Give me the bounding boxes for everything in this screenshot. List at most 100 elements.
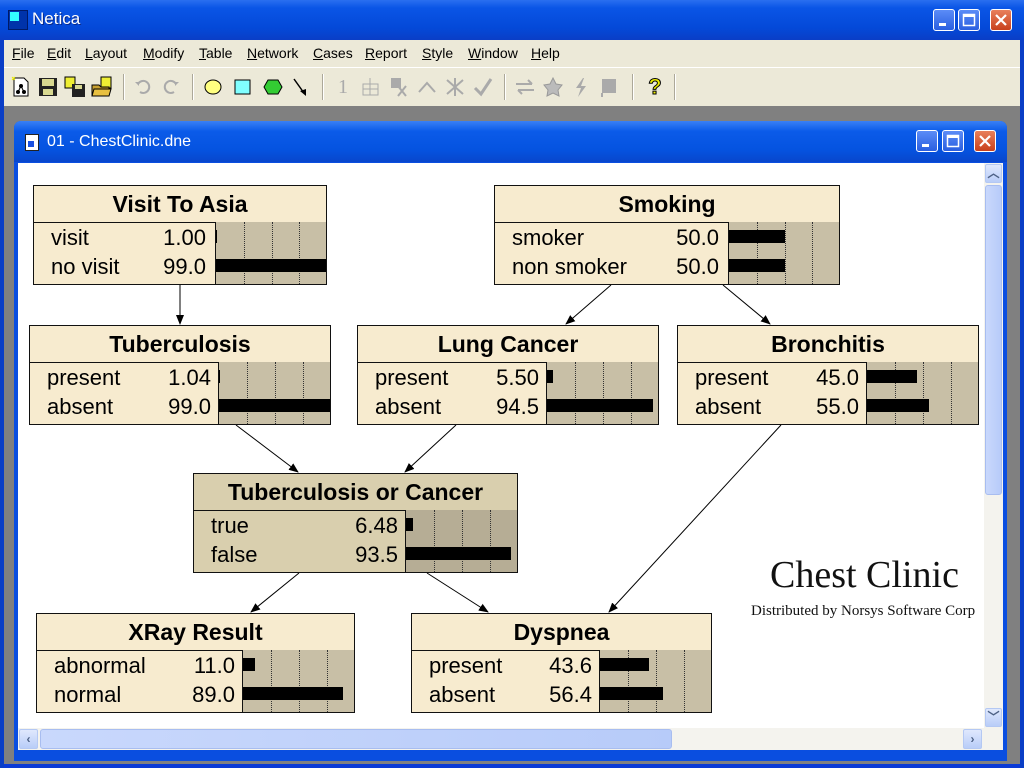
close-button[interactable] <box>990 9 1012 31</box>
doc-maximize-button[interactable] <box>942 130 964 152</box>
app-titlebar[interactable]: Netica <box>0 0 1024 40</box>
undo-icon[interactable] <box>132 76 154 98</box>
size-grip[interactable] <box>984 728 1003 750</box>
bar-gridline <box>684 650 685 712</box>
node-dyspnea[interactable]: Dyspnea present 43.6 absent 56.4 <box>411 613 712 713</box>
state-row[interactable]: normal 89.0 <box>37 681 242 709</box>
state-label: present <box>47 365 121 390</box>
lightning-icon[interactable] <box>570 76 592 98</box>
document-icon[interactable] <box>25 134 39 151</box>
node-bronchitis[interactable]: Bronchitis present 45.0 absent 55.0 <box>677 325 979 425</box>
menu-window[interactable]: Window <box>468 45 518 61</box>
maximize-button[interactable] <box>958 9 980 31</box>
state-probability: 94.5 <box>496 394 539 419</box>
scroll-right-button[interactable]: › <box>963 729 982 749</box>
add-utility-node-icon[interactable] <box>262 76 284 98</box>
belief-bar <box>216 259 326 272</box>
link-smoking-to-bronchitis[interactable] <box>722 284 771 325</box>
menu-table[interactable]: Table <box>199 45 232 61</box>
state-row[interactable]: present 5.50 <box>358 364 546 392</box>
node-xray-result[interactable]: XRay Result abnormal 11.0 normal 89.0 <box>36 613 355 713</box>
state-row[interactable]: true 6.48 <box>194 512 405 540</box>
state-row[interactable]: visit 1.00 <box>34 224 215 252</box>
node-title: Smoking <box>495 186 839 223</box>
node-tuberculosis-or-cancer[interactable]: Tuberculosis or Cancer true 6.48 false 93.5 <box>193 473 518 573</box>
doc-close-button[interactable] <box>974 130 996 152</box>
minimize-button[interactable] <box>933 9 955 31</box>
belief-bar <box>867 370 917 383</box>
node-title: Lung Cancer <box>358 326 658 363</box>
document-titlebar[interactable]: 01 - ChestClinic.dne <box>14 121 1007 162</box>
state-label: true <box>211 513 249 538</box>
state-row[interactable]: absent 94.5 <box>358 393 546 421</box>
remove-findings-icon[interactable] <box>444 76 466 98</box>
link-bronchitis-to-dyspnea[interactable] <box>608 424 782 613</box>
menu-edit[interactable]: Edit <box>47 45 71 61</box>
state-row[interactable]: non smoker 50.0 <box>495 253 728 281</box>
menu-layout[interactable]: Layout <box>85 45 127 61</box>
state-probability: 50.0 <box>676 225 719 250</box>
add-link-icon[interactable] <box>290 76 312 98</box>
reverse-link-icon[interactable] <box>416 76 438 98</box>
state-row[interactable]: no visit 99.0 <box>34 253 215 281</box>
menu-modify[interactable]: Modify <box>143 45 184 61</box>
menu-help[interactable]: Help <box>531 45 560 61</box>
link-lung-cancer-to-tuberculosis-or-cancer[interactable] <box>404 424 457 473</box>
link-tuberculosis-to-tuberculosis-or-cancer[interactable] <box>235 424 299 473</box>
vertical-scrollbar[interactable]: ︿ ﹀ <box>984 163 1003 728</box>
vertical-scroll-thumb[interactable] <box>985 185 1002 495</box>
check-icon[interactable] <box>472 76 494 98</box>
table-icon[interactable] <box>360 76 382 98</box>
scroll-down-button[interactable]: ﹀ <box>985 708 1002 727</box>
compile-icon[interactable]: 1 <box>332 76 354 98</box>
state-row[interactable]: present 45.0 <box>678 364 866 392</box>
state-row[interactable]: present 43.6 <box>412 652 599 680</box>
network-canvas[interactable]: Visit To Asia visit 1.00 no visit 99.0 Smokin… <box>18 163 984 728</box>
bar-gridline <box>656 650 657 712</box>
node-title: Tuberculosis or Cancer <box>194 474 517 511</box>
help-icon[interactable]: ? <box>644 75 666 98</box>
link-smoking-to-lung-cancer[interactable] <box>565 284 612 325</box>
node-title: Visit To Asia <box>34 186 326 223</box>
state-row[interactable]: absent 99.0 <box>30 393 218 421</box>
scroll-left-button[interactable]: ‹ <box>19 729 38 749</box>
scroll-up-button[interactable]: ︿ <box>985 164 1002 183</box>
node-tuberculosis[interactable]: Tuberculosis present 1.04 absent 99.0 <box>29 325 331 425</box>
node-visit-to-asia[interactable]: Visit To Asia visit 1.00 no visit 99.0 <box>33 185 327 285</box>
absorb-node-icon[interactable] <box>388 76 410 98</box>
flag-icon[interactable] <box>598 76 620 98</box>
belief-bar-area <box>599 650 711 712</box>
save-all-icon[interactable] <box>64 76 86 98</box>
transform-icon[interactable] <box>514 76 536 98</box>
link-tuberculosis-or-cancer-to-xray-result[interactable] <box>250 572 300 613</box>
add-decision-node-icon[interactable] <box>232 76 254 98</box>
state-row[interactable]: smoker 50.0 <box>495 224 728 252</box>
save-icon[interactable] <box>37 76 59 98</box>
belief-bar-area <box>546 362 658 424</box>
new-network-icon[interactable] <box>10 76 32 98</box>
menu-report[interactable]: Report <box>365 45 407 61</box>
menu-style[interactable]: Style <box>422 45 453 61</box>
state-row[interactable]: absent 56.4 <box>412 681 599 709</box>
redo-icon[interactable] <box>160 76 182 98</box>
netica-app-icon[interactable] <box>8 10 28 30</box>
horizontal-scroll-thumb[interactable] <box>40 729 672 749</box>
menu-cases[interactable]: Cases <box>313 45 353 61</box>
belief-bar-area <box>866 362 978 424</box>
add-nature-node-icon[interactable] <box>202 76 224 98</box>
state-row[interactable]: false 93.5 <box>194 541 405 569</box>
state-row[interactable]: abnormal 11.0 <box>37 652 242 680</box>
menu-file[interactable]: File <box>12 45 35 61</box>
link-tuberculosis-or-cancer-to-dyspnea[interactable] <box>426 572 489 613</box>
star-icon[interactable] <box>542 76 564 98</box>
node-smoking[interactable]: Smoking smoker 50.0 non smoker 50.0 <box>494 185 840 285</box>
node-title: Bronchitis <box>678 326 978 363</box>
menu-network[interactable]: Network <box>247 45 298 61</box>
node-lung-cancer[interactable]: Lung Cancer present 5.50 absent 94.5 <box>357 325 659 425</box>
open-folder-icon[interactable] <box>91 76 113 98</box>
horizontal-scrollbar[interactable]: ‹ › <box>18 728 984 750</box>
state-row[interactable]: present 1.04 <box>30 364 218 392</box>
doc-minimize-button[interactable] <box>916 130 938 152</box>
state-row[interactable]: absent 55.0 <box>678 393 866 421</box>
state-probability: 93.5 <box>355 542 398 567</box>
